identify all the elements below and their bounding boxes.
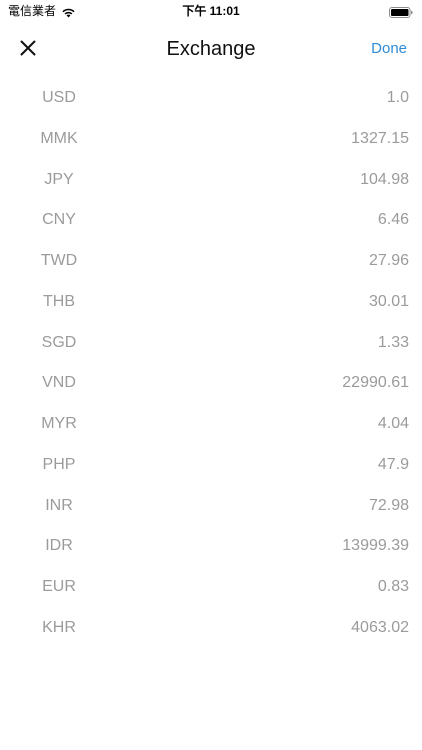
currency-code: VND: [42, 374, 76, 392]
currency-code: SGD: [41, 333, 77, 351]
rate-row[interactable]: EUR 0.83: [0, 567, 422, 608]
rate-row[interactable]: USD 1.0: [0, 78, 422, 119]
rate-value: 1.0: [386, 89, 409, 106]
status-bar: 電信業者 下午 11:01: [0, 0, 422, 22]
currency-code: IDR: [45, 537, 73, 555]
rate-row[interactable]: JPY 104.98: [0, 160, 422, 201]
currency-code: TWD: [40, 252, 78, 269]
currency-code: MYR: [41, 415, 77, 432]
rate-value: 47.9: [377, 455, 409, 473]
rate-value: 1.33: [377, 333, 409, 351]
rate-value: 13999.39: [342, 537, 409, 555]
currency-code: MMK: [40, 129, 78, 147]
battery-icon: [389, 5, 413, 18]
rate-row[interactable]: CNY 6.46: [0, 200, 422, 241]
rate-row[interactable]: MYR 4.04: [0, 404, 422, 445]
rate-row[interactable]: IDR 13999.39: [0, 526, 422, 567]
currency-code: EUR: [42, 578, 76, 595]
rate-value: 30.01: [368, 292, 409, 310]
rate-value: 104.98: [360, 170, 409, 188]
rate-value: 4.04: [377, 415, 409, 432]
currency-code: CNY: [42, 211, 76, 229]
page-title: Exchange: [166, 38, 256, 60]
rate-value: 4063.02: [351, 618, 409, 636]
rate-value: 6.46: [377, 211, 409, 229]
currency-code: KHR: [42, 618, 76, 636]
exchange-rate-list: USD 1.0 MMK 1327.15 JPY 104.98 CNY 6.46 …: [0, 78, 422, 649]
rate-row[interactable]: TWD 27.96: [0, 241, 422, 282]
currency-code: INR: [45, 496, 73, 514]
rate-row[interactable]: SGD 1.33: [0, 323, 422, 364]
currency-code: JPY: [44, 170, 74, 188]
rate-row[interactable]: PHP 47.9: [0, 445, 422, 486]
rate-row[interactable]: VND 22990.61: [0, 363, 422, 404]
done-button[interactable]: Done: [371, 39, 407, 59]
rate-value: 0.83: [377, 578, 409, 595]
currency-code: USD: [42, 89, 76, 106]
rate-value: 22990.61: [342, 374, 409, 392]
rate-value: 27.96: [368, 252, 409, 269]
rate-row[interactable]: THB 30.01: [0, 282, 422, 323]
rate-row[interactable]: INR 72.98: [0, 486, 422, 527]
currency-code: THB: [43, 292, 75, 310]
currency-code: PHP: [42, 455, 76, 473]
status-time: 下午 11:01: [182, 4, 240, 18]
rate-row[interactable]: MMK 1327.15: [0, 119, 422, 160]
rate-value: 1327.15: [351, 129, 409, 147]
nav-bar: Exchange Done: [0, 26, 422, 72]
rate-row[interactable]: KHR 4063.02: [0, 608, 422, 649]
rate-value: 72.98: [368, 496, 409, 514]
